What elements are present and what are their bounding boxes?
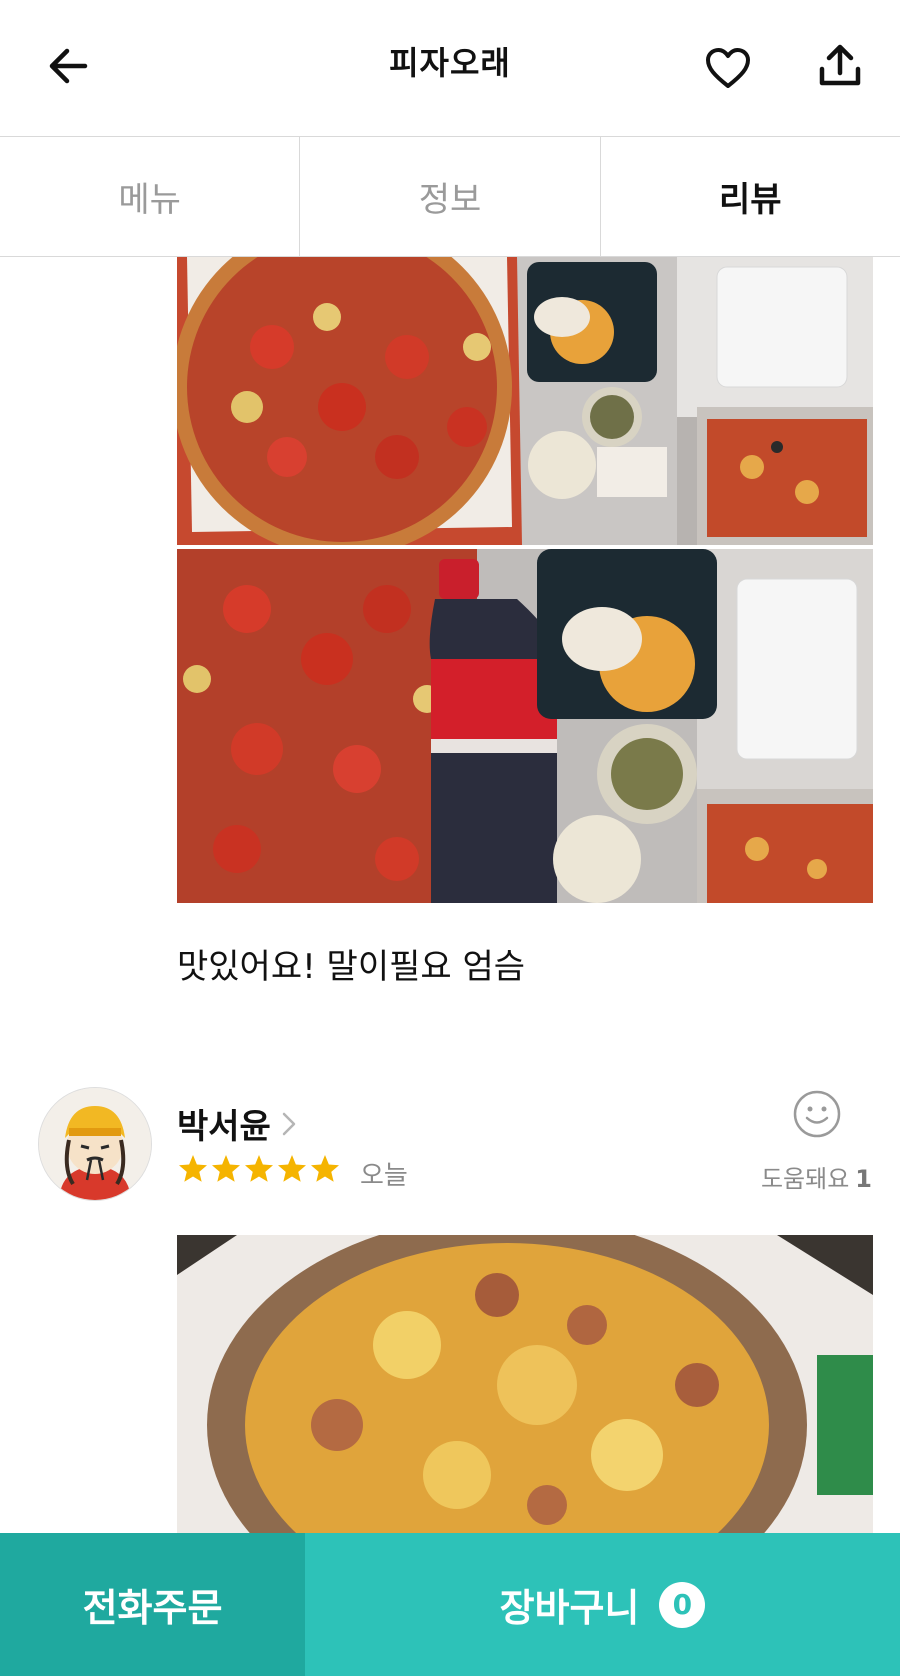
review-header: 박서윤 오늘 도움돼요 1 bbox=[0, 1087, 900, 1217]
chevron-right-icon bbox=[281, 1111, 297, 1137]
helpful-label: 도움돼요 1 bbox=[761, 1159, 872, 1194]
reviewer-name: 박서윤 bbox=[177, 1107, 271, 1147]
smile-icon bbox=[793, 1090, 841, 1138]
helpful-count: 1 bbox=[855, 1165, 872, 1193]
helpful-text: 도움돼요 bbox=[760, 1165, 850, 1193]
share-button[interactable] bbox=[812, 38, 868, 94]
tab-reviews[interactable]: 리뷰 bbox=[601, 137, 900, 256]
star-icon bbox=[212, 1155, 240, 1182]
star-icon bbox=[311, 1155, 339, 1182]
star-icon bbox=[245, 1155, 273, 1182]
favorite-button[interactable] bbox=[700, 40, 756, 96]
review-photo[interactable] bbox=[177, 1235, 873, 1533]
app-header: 피자오래 bbox=[0, 0, 900, 136]
review-text: 맛있어요! 말이필요 엄슴 bbox=[177, 947, 526, 987]
star-icon bbox=[278, 1155, 306, 1182]
review-list[interactable]: 맛있어요! 말이필요 엄슴 박서윤 오늘 도움돼요 1 bbox=[0, 257, 900, 1533]
cart-count-badge: 0 bbox=[659, 1581, 706, 1628]
phone-order-button[interactable]: 전화주문 bbox=[0, 1533, 305, 1676]
bottom-action-bar: 전화주문 장바구니 0 bbox=[0, 1533, 900, 1676]
helpful-button[interactable]: 도움돼요 1 bbox=[742, 1087, 872, 1193]
avatar[interactable] bbox=[38, 1087, 152, 1201]
review-date: 오늘 bbox=[360, 1161, 408, 1191]
heart-icon bbox=[706, 48, 750, 88]
tab-menu[interactable]: 메뉴 bbox=[0, 137, 301, 256]
review-photo[interactable] bbox=[177, 549, 873, 903]
star-icon bbox=[179, 1155, 207, 1182]
rating-stars bbox=[177, 1153, 341, 1185]
reviewer-name-link[interactable]: 박서윤 bbox=[177, 1099, 297, 1148]
review-photo[interactable] bbox=[177, 257, 873, 545]
cart-label: 장바구니 bbox=[499, 1586, 640, 1630]
share-icon bbox=[819, 44, 861, 86]
tab-bar: 메뉴 정보 리뷰 bbox=[0, 136, 900, 257]
tab-info[interactable]: 정보 bbox=[300, 137, 601, 256]
cart-button[interactable]: 장바구니 0 bbox=[305, 1533, 900, 1676]
store-title: 피자오래 bbox=[389, 44, 511, 82]
